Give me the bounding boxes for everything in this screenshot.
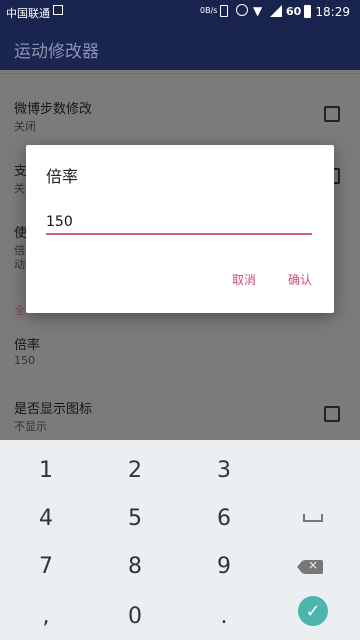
image-icon — [53, 5, 63, 15]
signal-icon — [270, 5, 282, 17]
cancel-button[interactable]: 取消 — [232, 271, 256, 288]
battery-level: 60 — [286, 5, 302, 18]
network-speed: 0B/s — [200, 6, 218, 15]
status-bar: 中国联通 0B/s ▼ 60 18:29 — [0, 0, 360, 24]
clock: 18:29 — [315, 5, 350, 19]
checkbox[interactable] — [324, 406, 340, 422]
key-4[interactable]: 4 — [6, 496, 86, 540]
list-item-subtitle: 150 — [14, 354, 35, 367]
key-5[interactable]: 5 — [95, 496, 175, 540]
list-item-title: 微博步数修改 — [14, 102, 93, 117]
app-bar: 运动修改器 — [0, 24, 360, 70]
confirm-button[interactable]: 确认 — [288, 271, 312, 288]
list-item[interactable]: 倍率 150 — [0, 320, 360, 382]
carrier-label: 中国联通 — [6, 7, 50, 20]
key-7[interactable]: 7 — [6, 544, 86, 588]
list-item-subtitle: 不显示 — [14, 420, 47, 433]
list-item[interactable]: 微博步数修改 关闭 — [0, 84, 360, 146]
checkbox[interactable] — [324, 106, 340, 122]
key-6[interactable]: 6 — [184, 496, 264, 540]
list-item[interactable]: 是否显示图标 不显示 — [0, 384, 360, 446]
app-title: 运动修改器 — [14, 42, 99, 62]
key-0[interactable]: 0 — [95, 594, 175, 638]
list-item-title: 是否显示图标 — [14, 402, 93, 417]
list-item-subtitle-2: 动 — [14, 258, 25, 271]
key-9[interactable]: 9 — [184, 544, 264, 588]
key-comma[interactable]: , — [6, 594, 86, 638]
divider — [0, 73, 360, 74]
rate-input[interactable] — [46, 211, 312, 235]
battery-icon — [304, 5, 311, 18]
space-icon[interactable] — [303, 514, 323, 522]
key-3[interactable]: 3 — [184, 448, 264, 492]
key-2[interactable]: 2 — [95, 448, 175, 492]
key-8[interactable]: 8 — [95, 544, 175, 588]
backspace-icon[interactable]: × — [297, 558, 323, 574]
list-item-title: 倍率 — [14, 338, 41, 353]
wifi-icon: ▼ — [253, 4, 263, 18]
rate-dialog: 倍率 取消 确认 — [26, 145, 334, 313]
key-1[interactable]: 1 — [6, 448, 86, 492]
alarm-icon — [236, 4, 248, 16]
key-period[interactable]: . — [184, 594, 264, 638]
section-header: 全 — [14, 304, 25, 317]
done-check-icon[interactable]: ✓ — [298, 596, 328, 626]
list-item-subtitle: 关闭 — [14, 120, 36, 133]
dialog-title: 倍率 — [46, 167, 79, 186]
list-item-subtitle: 关 — [14, 182, 25, 195]
vibrate-icon — [220, 5, 228, 17]
